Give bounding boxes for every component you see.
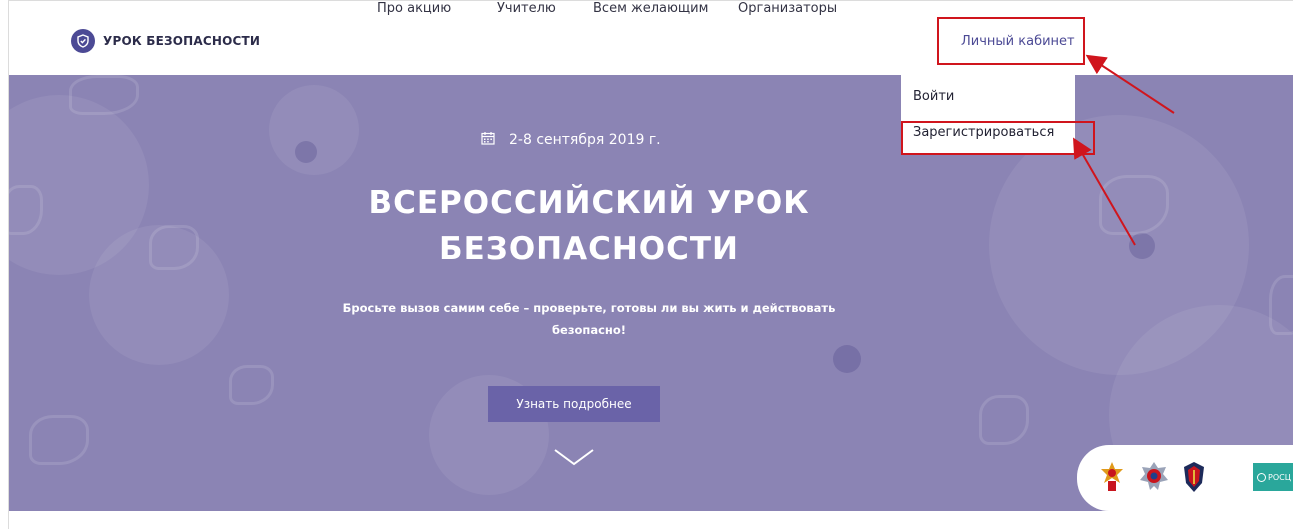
highlight-box-register bbox=[901, 121, 1095, 155]
site-header: УРОК БЕЗОПАСНОСТИ Про акцию Учителю Всем… bbox=[9, 1, 1293, 75]
hero-subtitle-line-1: Бросьте вызов самим себе – проверьте, го… bbox=[342, 301, 836, 315]
event-date-text: 2-8 сентября 2019 г. bbox=[509, 132, 661, 148]
rosc-ring-icon bbox=[1257, 472, 1266, 482]
decor-circle bbox=[269, 85, 359, 175]
decor-dot bbox=[833, 345, 861, 373]
menu-item-login[interactable]: Войти bbox=[913, 89, 954, 104]
nav-item-everyone[interactable]: Всем желающим bbox=[593, 1, 708, 16]
emercom-emblem-icon[interactable] bbox=[1099, 461, 1125, 497]
event-date: 2-8 сентября 2019 г. bbox=[481, 131, 661, 149]
nav-item-about[interactable]: Про акцию bbox=[377, 1, 451, 16]
hero-title-line-1: ВСЕРОССИЙСКИЙ УРОК bbox=[368, 185, 810, 221]
logo-text: УРОК БЕЗОПАСНОСТИ bbox=[103, 34, 261, 48]
decor-dot bbox=[295, 141, 317, 163]
nav-item-organizers[interactable]: Организаторы bbox=[738, 1, 837, 16]
partner-logo-text: РОСЦ bbox=[1268, 472, 1291, 482]
learn-more-button[interactable]: Узнать подробнее bbox=[488, 386, 660, 422]
highlight-box-cabinet bbox=[937, 17, 1085, 65]
mvd-emblem-icon[interactable] bbox=[1139, 461, 1169, 497]
fsb-emblem-icon[interactable] bbox=[1183, 461, 1205, 497]
decor-shape bbox=[1269, 275, 1293, 335]
site-logo[interactable]: УРОК БЕЗОПАСНОСТИ bbox=[71, 29, 260, 53]
decor-shape bbox=[229, 365, 274, 405]
hero-subtitle: Бросьте вызов самим себе – проверьте, го… bbox=[9, 297, 1169, 341]
shield-logo-icon bbox=[71, 29, 95, 53]
hero-title-line-2: БЕЗОПАСНОСТИ bbox=[438, 231, 739, 267]
browser-viewport: УРОК БЕЗОПАСНОСТИ Про акцию Учителю Всем… bbox=[8, 0, 1293, 529]
calendar-icon bbox=[481, 131, 495, 149]
hero-title: ВСЕРОССИЙСКИЙ УРОК БЕЗОПАСНОСТИ bbox=[9, 180, 1169, 272]
nav-item-teacher[interactable]: Учителю bbox=[497, 1, 556, 16]
decor-shape bbox=[979, 395, 1029, 445]
partner-logo-rosc[interactable]: РОСЦ bbox=[1253, 463, 1293, 491]
decor-shape bbox=[69, 75, 139, 115]
decor-shape bbox=[29, 415, 89, 465]
hero-subtitle-line-2: безопасно! bbox=[551, 323, 627, 337]
chevron-down-icon[interactable] bbox=[553, 447, 595, 471]
